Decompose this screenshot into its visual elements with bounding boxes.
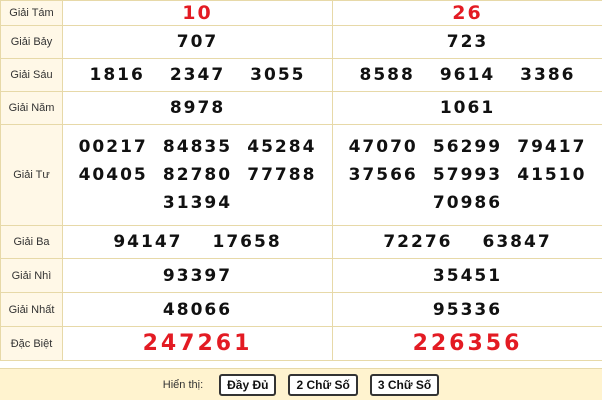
number-line: 70986 bbox=[333, 193, 602, 213]
province-2-cell: 35451 bbox=[332, 258, 602, 293]
province-1-cell: 48066 bbox=[62, 292, 333, 327]
row-giai-sau: Giải Sáu 1816 2347 3055 8588 9614 3386 bbox=[0, 58, 602, 92]
province-2-cell: 95336 bbox=[332, 292, 602, 327]
special-prize-number: 226356 bbox=[412, 331, 523, 356]
number-line: 72276 63847 bbox=[333, 232, 602, 252]
prize-label: Giải Bảy bbox=[0, 25, 63, 59]
prize-label: Giải Tư bbox=[0, 124, 63, 226]
province-1-cell: 10 bbox=[62, 0, 333, 26]
row-dac-biet: Đặc Biệt 247261 226356 bbox=[0, 326, 602, 361]
row-giai-nhat: Giải Nhất 48066 95336 bbox=[0, 292, 602, 327]
province-1-cell: 247261 bbox=[62, 326, 333, 361]
display-options-label: Hiển thị: bbox=[162, 378, 204, 391]
prize-number: 8978 bbox=[169, 98, 226, 118]
number-line: 1816 2347 3055 bbox=[63, 65, 332, 85]
province-2-cell: 226356 bbox=[332, 326, 602, 361]
full-digits-button[interactable]: Đầy Đủ bbox=[219, 373, 277, 396]
prize-number: 2347 bbox=[169, 65, 226, 85]
prize-number: 82780 bbox=[162, 165, 233, 185]
prize-number: 10 bbox=[182, 2, 213, 24]
row-giai-ba: Giải Ba 94147 17658 72276 63847 bbox=[0, 225, 602, 259]
prize-number: 31394 bbox=[162, 193, 233, 213]
prize-number: 63847 bbox=[482, 232, 552, 252]
prize-number: 41510 bbox=[517, 165, 587, 185]
prize-label: Giải Năm bbox=[0, 91, 63, 125]
prize-number: 57993 bbox=[432, 165, 503, 185]
prize-number: 93397 bbox=[162, 265, 233, 286]
prize-label: Giải Nhì bbox=[0, 258, 63, 293]
prize-number: 26 bbox=[452, 2, 483, 24]
prize-number: 94147 bbox=[113, 232, 183, 252]
province-2-cell: 1061 bbox=[332, 91, 602, 125]
prize-label: Giải Sáu bbox=[0, 58, 63, 92]
province-2-cell: 47070 56299 79417 37566 57993 41510 7098… bbox=[332, 124, 602, 226]
prize-number: 17658 bbox=[212, 232, 282, 252]
prize-number: 00217 bbox=[78, 137, 148, 157]
province-2-cell: 72276 63847 bbox=[332, 225, 602, 259]
results-table: Giải Tám 10 26 Giải Bảy 707 723 Giải Sáu… bbox=[0, 0, 602, 361]
province-1-cell: 8978 bbox=[62, 91, 333, 125]
prize-number: 72276 bbox=[383, 232, 453, 252]
prize-number: 9614 bbox=[439, 65, 496, 85]
prize-number: 37566 bbox=[348, 165, 418, 185]
three-digits-button[interactable]: 3 Chữ Số bbox=[369, 373, 440, 396]
display-options-bar: Hiển thị: Đầy Đủ 2 Chữ Số 3 Chữ Số bbox=[0, 368, 602, 400]
row-giai-bay: Giải Bảy 707 723 bbox=[0, 25, 602, 59]
lottery-results: Giải Tám 10 26 Giải Bảy 707 723 Giải Sáu… bbox=[0, 0, 602, 400]
prize-number: 35451 bbox=[432, 265, 503, 286]
prize-number: 3386 bbox=[520, 65, 576, 85]
prize-number: 8588 bbox=[359, 65, 415, 85]
prize-number: 3055 bbox=[250, 65, 306, 85]
row-giai-tam: Giải Tám 10 26 bbox=[0, 0, 602, 26]
number-line: 8588 9614 3386 bbox=[333, 65, 602, 85]
province-1-cell: 1816 2347 3055 bbox=[62, 58, 333, 92]
prize-number: 77788 bbox=[247, 165, 317, 185]
number-grid: 00217 84835 45284 40405 82780 77788 bbox=[63, 137, 332, 185]
prize-number: 84835 bbox=[162, 137, 233, 157]
province-1-cell: 707 bbox=[62, 25, 333, 59]
prize-label: Giải Nhất bbox=[0, 292, 63, 327]
number-grid: 47070 56299 79417 37566 57993 41510 bbox=[333, 137, 602, 185]
province-1-cell: 94147 17658 bbox=[62, 225, 333, 259]
prize-number: 45284 bbox=[247, 137, 317, 157]
province-2-cell: 8588 9614 3386 bbox=[332, 58, 602, 92]
prize-number: 1816 bbox=[89, 65, 145, 85]
province-1-cell: 93397 bbox=[62, 258, 333, 293]
prize-number: 47070 bbox=[348, 137, 418, 157]
prize-number: 56299 bbox=[432, 137, 503, 157]
row-giai-nam: Giải Năm 8978 1061 bbox=[0, 91, 602, 125]
province-2-cell: 26 bbox=[332, 0, 602, 26]
province-1-cell: 00217 84835 45284 40405 82780 77788 3139… bbox=[62, 124, 333, 226]
prize-number: 707 bbox=[176, 32, 219, 52]
number-line: 94147 17658 bbox=[63, 232, 332, 252]
number-line: 31394 bbox=[63, 193, 332, 213]
province-2-cell: 723 bbox=[332, 25, 602, 59]
prize-number: 723 bbox=[446, 32, 489, 52]
row-giai-nhi: Giải Nhì 93397 35451 bbox=[0, 258, 602, 293]
two-digits-button[interactable]: 2 Chữ Số bbox=[288, 373, 358, 396]
prize-number: 1061 bbox=[439, 98, 496, 118]
prize-label: Đặc Biệt bbox=[0, 326, 63, 361]
prize-number: 40405 bbox=[78, 165, 148, 185]
prize-label: Giải Tám bbox=[0, 0, 63, 26]
prize-number: 48066 bbox=[162, 299, 233, 320]
prize-label: Giải Ba bbox=[0, 225, 63, 259]
row-giai-tu: Giải Tư 00217 84835 45284 40405 82780 77… bbox=[0, 124, 602, 226]
special-prize-number: 247261 bbox=[142, 331, 253, 356]
prize-number: 79417 bbox=[517, 137, 587, 157]
prize-number: 70986 bbox=[432, 193, 503, 213]
prize-number: 95336 bbox=[432, 299, 503, 320]
